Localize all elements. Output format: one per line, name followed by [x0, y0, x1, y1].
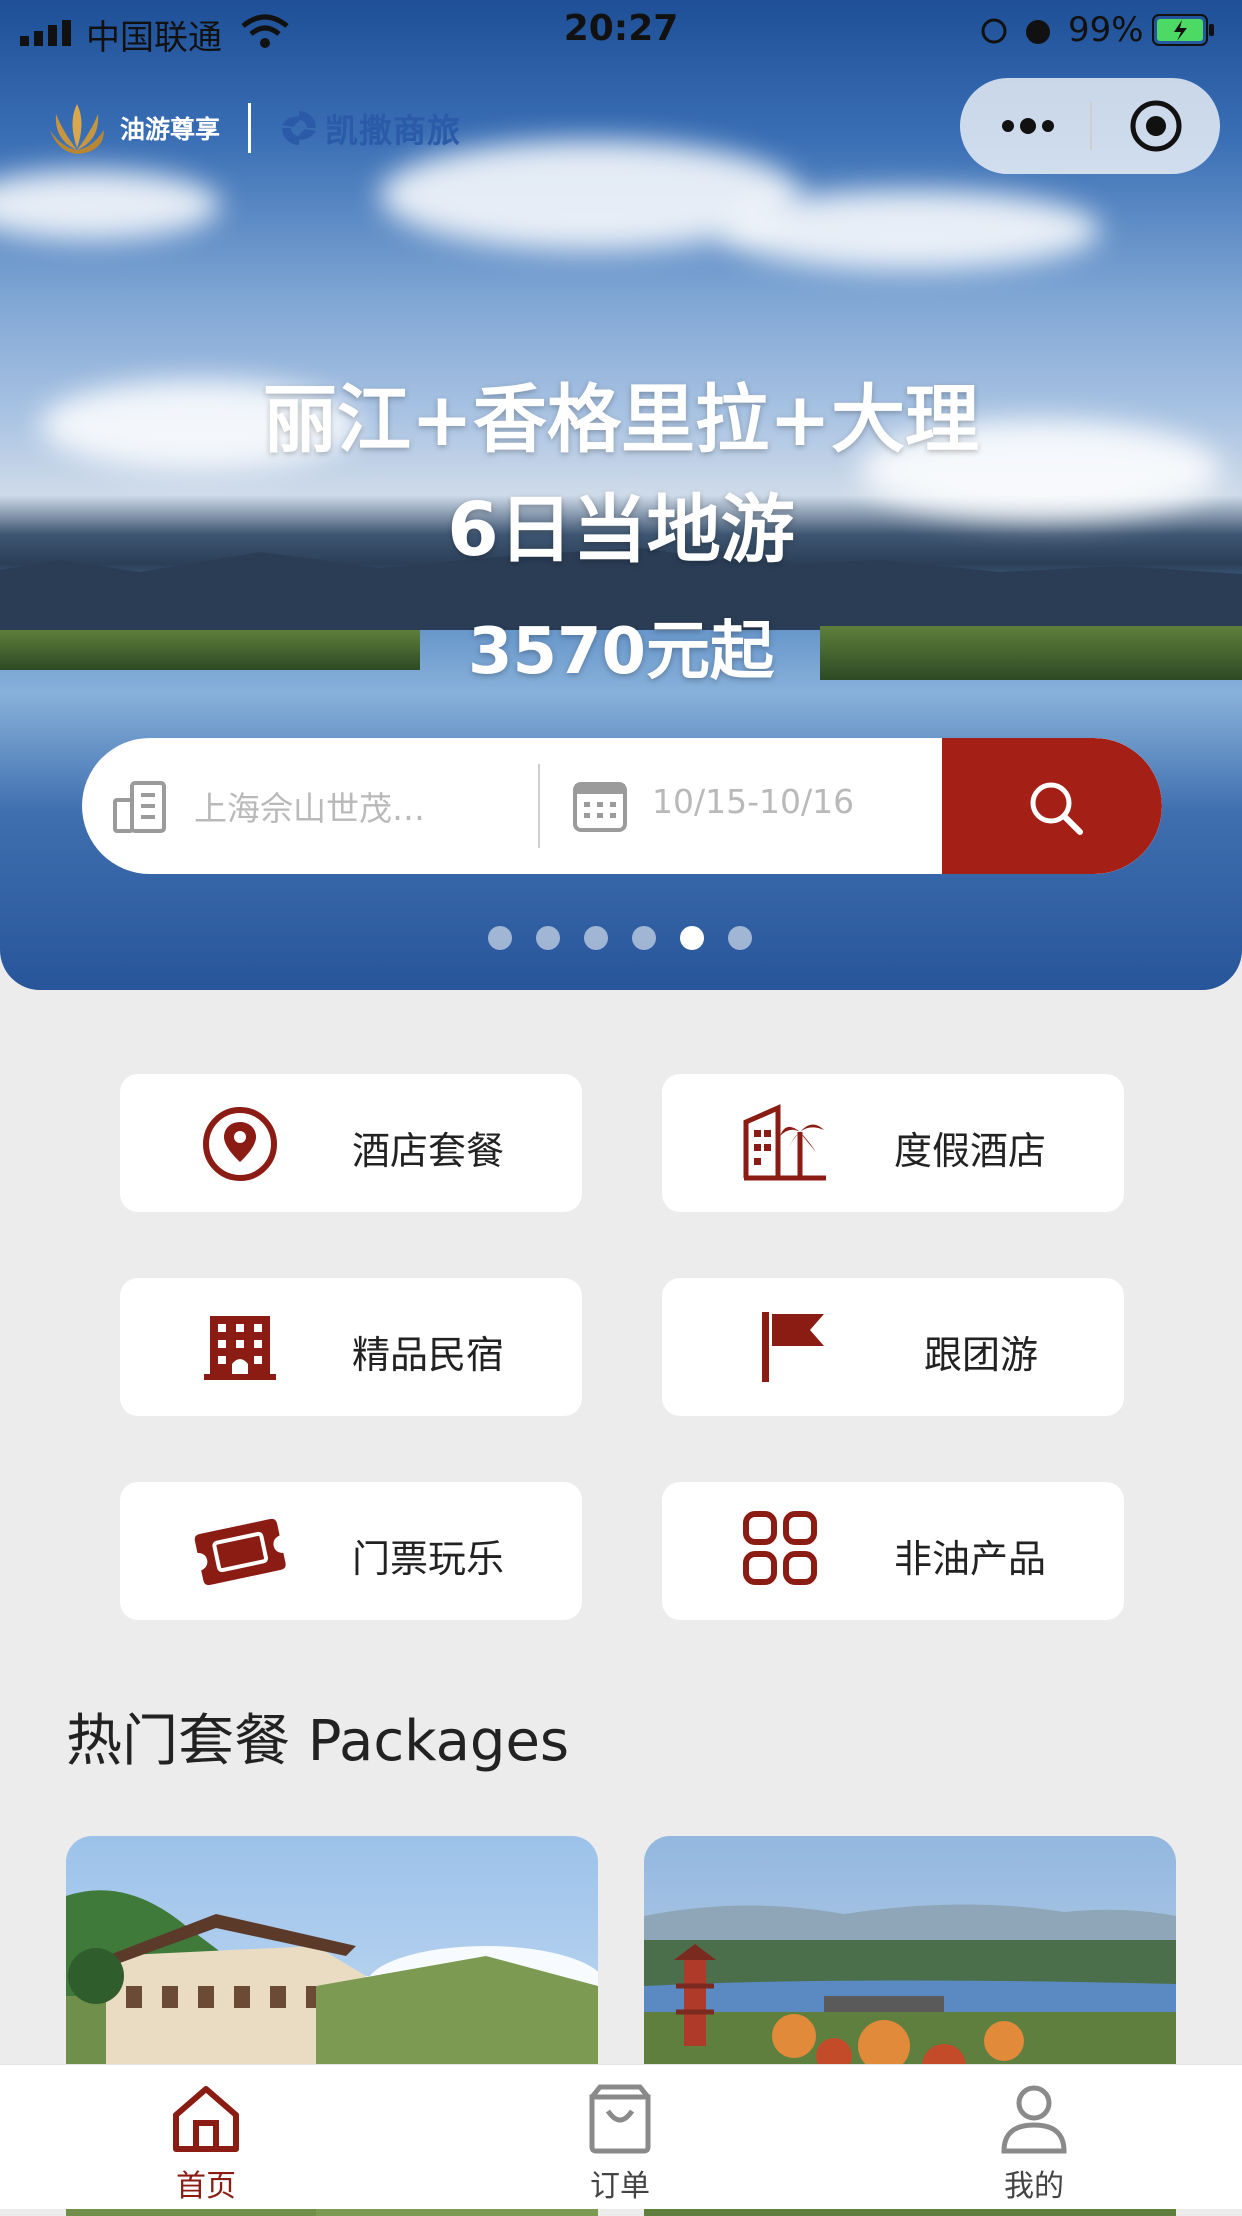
category-label: 精品民宿: [352, 1333, 505, 1377]
category-hotel-package[interactable]: 酒店套餐: [120, 1074, 582, 1212]
cloud: [0, 170, 220, 240]
category-label: 非油产品: [894, 1537, 1047, 1581]
category-label: 酒店套餐: [352, 1129, 505, 1173]
tab-label: 首页: [176, 2169, 236, 2204]
building-icon: [204, 1316, 276, 1380]
brand-divider: [248, 103, 252, 153]
pagination-dot[interactable]: [632, 926, 656, 950]
hotel-search-input[interactable]: 上海佘山世茂…: [194, 782, 425, 830]
tab-profile[interactable]: 我的: [934, 2065, 1134, 2209]
category-tickets-fun[interactable]: 门票玩乐: [120, 1482, 582, 1620]
tab-label: 我的: [1004, 2169, 1064, 2204]
section-title: 热门套餐 Packages: [66, 1709, 570, 1774]
pagination-dot[interactable]: [536, 926, 560, 950]
tab-orders[interactable]: 订单: [520, 2065, 720, 2209]
tab-home[interactable]: 首页: [106, 2065, 306, 2209]
location-pin-icon: [203, 1107, 277, 1181]
bottom-tab-bar: 首页 订单 我的: [0, 2064, 1242, 2209]
user-icon: [1001, 2085, 1067, 2154]
pagination-dot[interactable]: [488, 926, 512, 950]
brand-name-secondary: 凯撒商旅: [325, 111, 462, 150]
pagination-dot[interactable]: [728, 926, 752, 950]
tab-label: 订单: [590, 2169, 650, 2204]
search-bar: 上海佘山世茂… 10/15-10/16: [82, 738, 1162, 874]
brand-name-primary: 油游尊享: [120, 115, 221, 144]
date-range-input[interactable]: 10/15-10/16: [652, 782, 854, 821]
close-target-icon[interactable]: [1128, 98, 1184, 154]
miniprogram-capsule: [960, 78, 1220, 174]
category-label: 门票玩乐: [352, 1537, 505, 1581]
brand-header: 油游尊享 凯撒商旅: [48, 100, 461, 156]
search-divider: [538, 764, 540, 848]
pagination-dot-active[interactable]: [680, 926, 704, 950]
status-bar: 中国联通 20:27 99%: [0, 0, 1242, 62]
cloud: [720, 190, 1100, 270]
banner-title: 丽江+香格里拉+大理: [262, 377, 979, 463]
building-icon: [113, 781, 166, 833]
resort-palm-icon: [743, 1104, 826, 1181]
category-resort-hotel[interactable]: 度假酒店: [662, 1074, 1124, 1212]
battery-percent: 99%: [1068, 10, 1144, 50]
pagination-dot[interactable]: [584, 926, 608, 950]
category-label: 跟团游: [924, 1333, 1039, 1377]
more-icon[interactable]: [998, 114, 1058, 138]
banner-price: 3570元起: [467, 615, 775, 689]
home-icon: [173, 2086, 239, 2152]
shopping-bag-icon: [589, 2084, 651, 2154]
capsule-divider: [1090, 102, 1092, 150]
lotus-logo-icon: [50, 104, 104, 154]
grid-apps-icon: [743, 1511, 817, 1585]
banner-pagination: [488, 926, 776, 950]
category-boutique-homestay[interactable]: 精品民宿: [120, 1278, 582, 1416]
category-group-tour[interactable]: 跟团游: [662, 1278, 1124, 1416]
ticket-icon: [194, 1518, 286, 1586]
search-button[interactable]: [942, 738, 1162, 874]
category-non-oil-products[interactable]: 非油产品: [662, 1482, 1124, 1620]
search-icon: [1030, 782, 1083, 835]
battery-icon: [1152, 14, 1214, 46]
caesar-logo-icon: [282, 111, 317, 145]
flag-icon: [762, 1312, 824, 1382]
calendar-icon: [573, 782, 627, 832]
alarm-icon: [981, 18, 1050, 44]
banner-subtitle: 6日当地游: [447, 487, 795, 573]
hero-banner[interactable]: 中国联通 20:27 99% 油游尊享 凯撒商旅 丽江+香格里拉+大理 6日当地…: [0, 0, 1242, 990]
category-label: 度假酒店: [894, 1129, 1047, 1173]
